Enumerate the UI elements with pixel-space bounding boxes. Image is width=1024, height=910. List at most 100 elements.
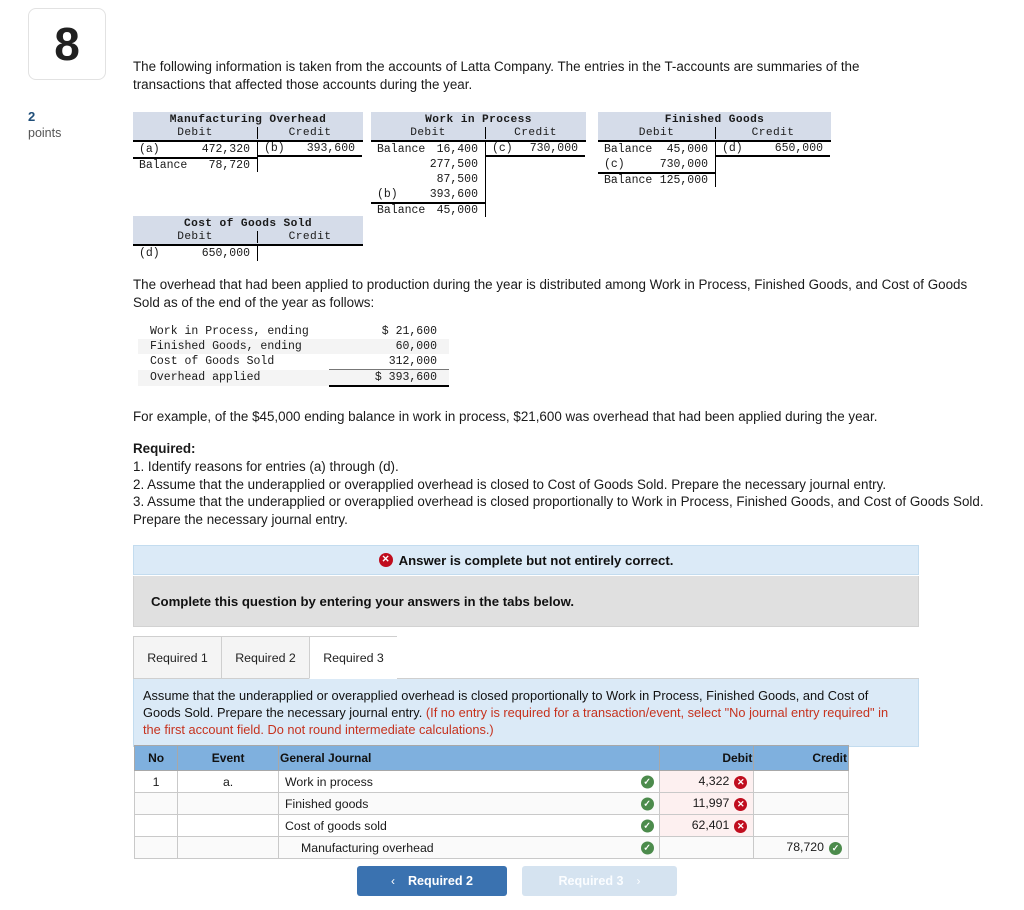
journal-cell-credit[interactable] [753, 770, 849, 793]
journal-cell-event[interactable] [177, 792, 280, 815]
overhead-row: Work in Process, ending $ 21,600 [138, 324, 449, 339]
journal-cell-no[interactable] [133, 814, 179, 837]
journal-header-event: Event [177, 745, 280, 771]
check-circle-icon: ✓ [640, 819, 654, 832]
tab-required-3[interactable]: Required 3 [309, 636, 397, 679]
chevron-left-icon: ‹ [390, 874, 395, 888]
journal-cell-debit[interactable]: 62,401 ✕ [658, 814, 755, 837]
check-circle-icon: ✓ [640, 775, 654, 788]
t-account-entry-row: (c) 730,000 [486, 142, 585, 157]
tab-strip-filler [397, 636, 919, 679]
t-account-column-headers: Debit Credit [133, 231, 363, 244]
journal-cell-debit[interactable]: 4,322 ✕ [658, 770, 755, 793]
journal-cell-account[interactable]: Cost of goods sold ✓ [278, 814, 660, 837]
t-account-debit-header: Debit [598, 127, 716, 139]
t-account-entry-label: (b) [377, 188, 398, 201]
t-account-fg: Finished Goods Debit Credit Balance 45,000 (c… [598, 112, 831, 187]
points-value: 2 [28, 109, 36, 124]
t-account-entry-amount: 472,320 [201, 143, 250, 156]
x-circle-icon: ✕ [378, 553, 393, 567]
overhead-row: Finished Goods, ending 60,000 [138, 339, 449, 354]
journal-cell-debit[interactable] [658, 836, 755, 859]
x-circle-icon: ✕ [734, 775, 748, 789]
navigation-buttons: ‹ Required 2 Required 3 › [357, 866, 677, 896]
required-title: Required: [133, 441, 196, 456]
t-account-entry-label: (d) [722, 142, 743, 155]
tab-label: Required 1 [147, 650, 208, 665]
t-account-credit-header: Credit [751, 127, 795, 139]
journal-cell-no[interactable] [133, 792, 179, 815]
complete-question-bar: Complete this question by entering your … [133, 576, 919, 627]
t-account-entry-amount: 730,000 [529, 142, 578, 155]
journal-row: 1 a. Work in process ✓ 4,322 ✕ [133, 770, 849, 793]
overhead-row-label: Finished Goods, ending [138, 339, 329, 354]
journal-cell-event[interactable]: a. [177, 770, 280, 793]
overhead-row-value: $ 21,600 [381, 325, 437, 338]
journal-cell-credit[interactable]: 78,720 ✓ [753, 836, 849, 859]
journal-header-debit: Debit [658, 745, 755, 771]
journal-cell-credit[interactable] [753, 792, 849, 815]
intro-paragraph: The following information is taken from … [133, 59, 860, 92]
journal-cell-account[interactable]: Finished goods ✓ [278, 792, 660, 815]
tab-label: Required 2 [235, 650, 296, 665]
tab-required-1[interactable]: Required 1 [133, 636, 221, 679]
journal-header-row: No Event General Journal Debit Credit [133, 745, 849, 771]
t-account-entry-row: 87,500 [371, 172, 485, 187]
next-requirement-button[interactable]: Required 3 › [522, 866, 677, 896]
prev-requirement-label: Required 2 [407, 874, 474, 888]
overhead-row-label: Cost of Goods Sold [150, 355, 275, 369]
t-account-entry-row: (b) 393,600 [258, 142, 362, 157]
journal-cell-account[interactable]: Work in process ✓ [278, 770, 660, 793]
journal-cell-no[interactable]: 1 [133, 770, 179, 793]
journal-row: Finished goods ✓ 11,997 ✕ [133, 792, 849, 815]
t-account-entry-amount: 650,000 [774, 142, 823, 155]
journal-cell-event[interactable] [177, 836, 280, 859]
journal-header-credit: Credit [753, 745, 849, 771]
overhead-row-value: 60,000 [329, 339, 449, 354]
t-account-entry-label: Balance [604, 143, 653, 156]
journal-header-no: No [133, 745, 179, 771]
t-account-entry-label: (a) [139, 143, 160, 156]
journal-cell-debit[interactable]: 11,997 ✕ [658, 792, 755, 815]
journal-header-general-journal: General Journal [278, 745, 660, 771]
t-account-debit-side: Balance 16,400 277,500 87,500 (b) 393,600 Bala… [371, 142, 486, 217]
t-account-entry-row: 277,500 [371, 157, 485, 172]
journal-account-name: Finished goods [285, 796, 369, 811]
t-account-credit-header: Credit [288, 231, 332, 243]
check-circle-icon: ✓ [640, 841, 654, 854]
journal-account-name: Work in process [285, 774, 373, 789]
t-account-credit-header: Credit [288, 127, 332, 139]
t-account-entry-amount: 45,000 [436, 204, 478, 217]
t-account-debit-side: (a) 472,320 Balance 78,720 [133, 142, 258, 172]
t-account-entry-row: Balance 45,000 [598, 142, 715, 157]
question-page: 8 2 points The following information is … [0, 0, 1024, 910]
t-account-title: Manufacturing Overhead [133, 112, 363, 127]
t-account-debit-side: Balance 45,000 (c) 730,000 Balance 125,000 [598, 142, 716, 187]
complete-question-text: Complete this question by entering your … [151, 593, 575, 609]
requirement-tabs: Required 1 Required 2 Required 3 [133, 636, 919, 679]
x-circle-icon: ✕ [734, 797, 748, 811]
answer-status-banner: ✕ Answer is complete but not entirely co… [133, 545, 919, 575]
points-block: 2 points [28, 109, 98, 142]
x-circle-icon: ✕ [734, 819, 748, 833]
t-account-debit-side: (d) 650,000 [133, 246, 258, 261]
t-account-entry-amount: 730,000 [659, 158, 708, 171]
tab-instruction-box: Assume that the underapplied or overappl… [133, 679, 919, 747]
journal-cell-account[interactable]: Manufacturing overhead ✓ [278, 836, 660, 859]
tab-required-2[interactable]: Required 2 [221, 636, 309, 679]
t-account-entry-row: Balance 78,720 [133, 157, 257, 172]
prev-requirement-button[interactable]: ‹ Required 2 [357, 866, 507, 896]
general-journal-table: No Event General Journal Debit Credit 1 a. Wor… [133, 745, 849, 859]
overhead-row-label: Work in Process, ending [150, 325, 309, 338]
check-circle-icon: ✓ [640, 797, 654, 810]
t-account-column-headers: Debit Credit [133, 127, 363, 140]
overhead-row-label: Overhead applied [138, 369, 329, 386]
required-block: Required: 1. Identify reasons for entrie… [133, 440, 993, 528]
journal-cell-event[interactable] [177, 814, 280, 837]
t-account-column-headers: Debit Credit [371, 127, 586, 140]
journal-cell-credit[interactable] [753, 814, 849, 837]
journal-cell-no[interactable] [133, 836, 179, 859]
t-account-credit-side: (c) 730,000 [486, 142, 585, 217]
question-number-box: 8 [28, 8, 106, 80]
overhead-row-value: 312,000 [388, 355, 437, 368]
